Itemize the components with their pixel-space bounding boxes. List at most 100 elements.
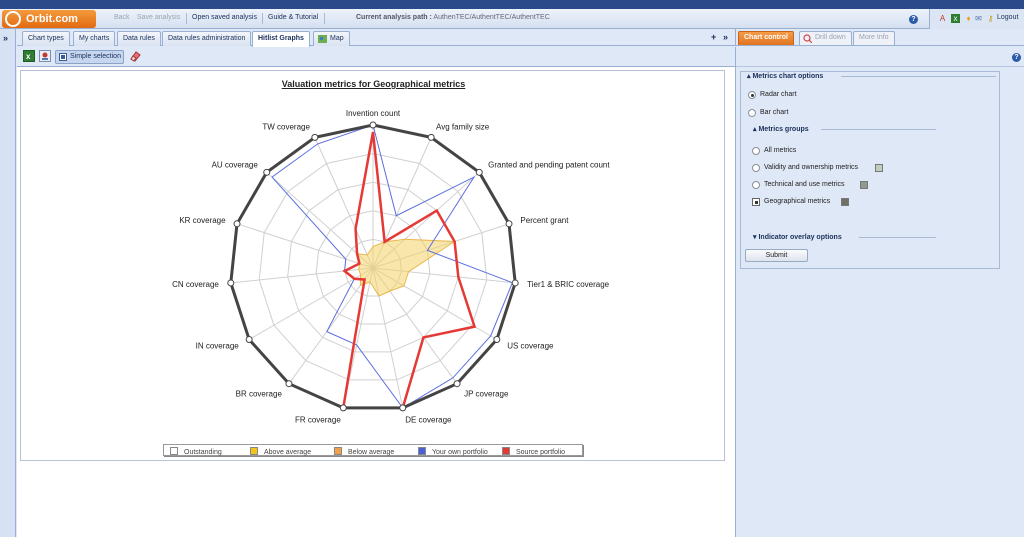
section-rule <box>821 129 936 130</box>
tab-drill-down[interactable]: Drill down <box>799 31 852 45</box>
metrics-chart-options-header[interactable]: ▴ Metrics chart options <box>747 72 823 80</box>
metrics-chart-options-box: ▴ Metrics chart options Radar chart Bar … <box>740 71 1000 269</box>
mail-icon[interactable]: ✉ <box>974 14 983 23</box>
axis-marker <box>233 220 241 228</box>
geographical-metrics-radio[interactable] <box>752 198 760 206</box>
indicator-overlay-header[interactable]: ▾ Indicator overlay options <box>753 233 842 241</box>
header-divider <box>324 13 325 24</box>
open-saved-analysis-link[interactable]: Open saved analysis <box>192 14 257 21</box>
metrics-groups-header[interactable]: ▴ Metrics groups <box>753 125 809 133</box>
axis-label: TW coverage <box>262 122 310 131</box>
axis-label: JP coverage <box>464 389 509 398</box>
all-metrics-radio[interactable] <box>752 147 760 155</box>
legend-swatch <box>250 447 258 455</box>
path-value: AuthenTEC/AuthentTEC/AuthentTEC <box>433 14 550 21</box>
legend-label: Above average <box>264 449 312 456</box>
path-label: Current analysis path : <box>356 14 432 21</box>
axis-marker <box>245 336 253 343</box>
axis-label: FR coverage <box>295 416 341 425</box>
technical-use-swatch <box>860 181 868 189</box>
simple-selection-label: Simple selection <box>70 53 121 60</box>
radar-chart: Invention count Avg family size Granted an… <box>172 109 610 425</box>
submit-button[interactable]: Submit <box>745 249 808 262</box>
legend-label: Source portfolio <box>516 449 566 456</box>
axis-label: Granted and pending patent count <box>488 160 610 169</box>
axis-marker <box>505 220 513 228</box>
validity-ownership-radio[interactable] <box>752 164 760 172</box>
tab-my-charts[interactable]: My charts <box>73 31 116 46</box>
legend-item: Your own portfolio <box>418 447 488 456</box>
left-collapse-bar[interactable]: » <box>0 29 16 537</box>
radar-chart-panel: Valuation metrics for Geographical metri… <box>20 70 725 461</box>
geographical-metrics-swatch <box>841 198 849 206</box>
header-divider <box>186 13 187 24</box>
panel-toolbar: ? <box>736 47 1024 67</box>
logo-text: Orbit.com <box>26 13 78 25</box>
app-header: Orbit.com Back Save analysis Open saved … <box>0 9 1024 29</box>
axis-marker <box>511 279 519 287</box>
axis-marker <box>427 133 435 141</box>
legend-item: Below average <box>334 447 394 456</box>
expand-left-icon[interactable]: » <box>3 33 8 43</box>
key-icon[interactable]: ⚷ <box>986 14 995 23</box>
excel-icon[interactable]: x <box>951 14 960 23</box>
orbit-logo[interactable]: Orbit.com <box>2 10 96 28</box>
axis-marker <box>227 279 235 287</box>
legend-item: Source portfolio <box>502 447 565 456</box>
radar-chart-radio[interactable] <box>748 91 756 99</box>
back-link[interactable]: Back <box>114 14 130 21</box>
bulb-icon[interactable]: ♦ <box>964 14 973 23</box>
axis-line <box>236 223 374 269</box>
svg-text:x: x <box>26 52 31 61</box>
technical-use-label: Technical and use metrics <box>764 181 845 188</box>
geographical-metrics-label: Geographical metrics <box>764 198 831 205</box>
logout-link[interactable]: Logout <box>997 14 1018 21</box>
legend-item: Outstanding <box>170 447 222 456</box>
drill-down-icon <box>803 34 812 43</box>
help-icon[interactable]: ? <box>909 15 918 24</box>
expand-tabs-icon[interactable]: » <box>723 32 728 42</box>
tab-chart-types[interactable]: Chart types <box>22 31 70 46</box>
legend-swatch <box>418 447 426 455</box>
bar-chart-radio[interactable] <box>748 109 756 117</box>
add-tab-icon[interactable]: + <box>711 32 716 42</box>
axis-marker <box>285 380 293 388</box>
tab-data-rules-administration[interactable]: Data rules administration <box>162 31 252 46</box>
legend-label: Your own portfolio <box>432 449 488 456</box>
technical-use-radio[interactable] <box>752 181 760 189</box>
axis-marker <box>475 168 483 176</box>
axis-marker <box>339 404 347 412</box>
eraser-icon[interactable] <box>129 50 141 64</box>
top-strip <box>0 0 1024 9</box>
axis-label: AU coverage <box>212 160 259 169</box>
panel-help-icon[interactable]: ? <box>1012 53 1021 62</box>
bar-chart-label: Bar chart <box>760 109 789 116</box>
tab-map[interactable]: Map <box>313 31 350 46</box>
axis-marker <box>453 380 461 388</box>
drill-down-label: Drill down <box>815 34 846 41</box>
header-tools: A x ♦ ✉ ⚷ Logout <box>929 9 1024 29</box>
tab-chart-control[interactable]: Chart control <box>738 31 794 45</box>
radar-chart-label: Radar chart <box>760 91 797 98</box>
save-analysis-link[interactable]: Save analysis <box>137 14 180 21</box>
axis-label: Tier1 & BRIC coverage <box>527 280 610 289</box>
tab-data-rules[interactable]: Data rules <box>117 31 161 46</box>
legend-label: Below average <box>348 449 395 456</box>
axis-label: CN coverage <box>172 280 219 289</box>
guide-tutorial-link[interactable]: Guide & Tutorial <box>268 14 318 21</box>
tab-hitlist-graphs[interactable]: Hitlist Graphs <box>252 31 310 47</box>
axis-label: Percent grant <box>520 216 569 225</box>
export-image-icon[interactable] <box>39 50 51 64</box>
axis-label: US coverage <box>507 342 554 351</box>
translate-icon[interactable]: A <box>938 14 947 23</box>
legend-swatch <box>170 447 178 455</box>
tab-more-info[interactable]: More Info <box>853 31 895 45</box>
simple-selection-button[interactable]: Simple selection <box>55 50 124 64</box>
analysis-path: Current analysis path : AuthenTEC/Authen… <box>356 14 550 21</box>
export-excel-icon[interactable]: x <box>23 50 35 64</box>
selection-icon <box>59 53 67 61</box>
chart-control-panel: ? ▴ Metrics chart options Radar chart Ba… <box>735 47 1024 537</box>
legend-swatch <box>334 447 342 455</box>
tab-map-label: Map <box>330 35 344 42</box>
main-tabbar: Chart types My charts Data rules Data ru… <box>17 29 735 47</box>
